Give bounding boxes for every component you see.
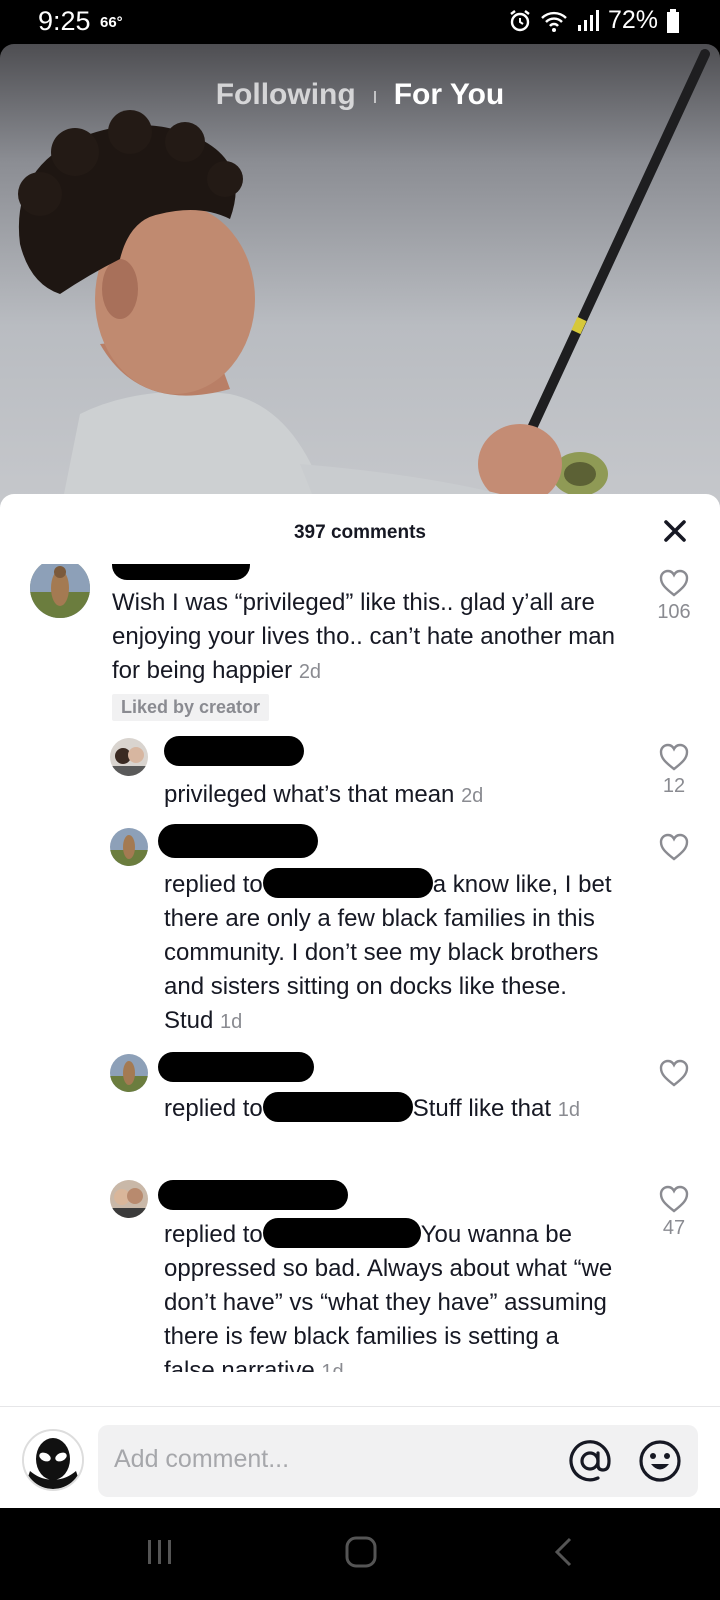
comment-body: Wish I was “privileged” like this.. glad…: [112, 586, 622, 689]
redacted-mention: [262, 1092, 413, 1122]
wifi-icon: [540, 9, 568, 33]
status-bar: 9:25 66° 72%: [0, 0, 720, 44]
video-frame-image: [18, 49, 710, 514]
user-avatar[interactable]: [22, 1429, 84, 1491]
reply-prefix: replied to: [164, 1095, 263, 1122]
redacted-username: [158, 824, 318, 858]
emoji-icon: [639, 1440, 681, 1482]
avatar[interactable]: [110, 828, 148, 866]
back-icon: [554, 1537, 572, 1567]
alarm-icon: [508, 9, 532, 33]
reply-item: replied to You wanna be oppressed so bad.…: [0, 1180, 720, 1372]
battery-icon: [666, 8, 680, 33]
back-button[interactable]: [550, 1536, 578, 1573]
comments-list[interactable]: Wish I was “privileged” like this.. glad…: [0, 564, 720, 1372]
comment-body: replied to You wanna be oppressed so bad.…: [164, 1218, 614, 1372]
status-temperature: 66°: [100, 14, 123, 31]
comments-header: 397 comments: [0, 494, 720, 564]
comments-sheet: 397 comments Wish I was “privileged” lik…: [0, 494, 720, 1508]
recents-icon: [148, 1540, 171, 1564]
comment-timestamp: 2d: [461, 785, 484, 807]
redacted-mention: [262, 868, 433, 898]
recents-button[interactable]: [144, 1536, 176, 1573]
comment-input-bar: Add comment...: [0, 1406, 720, 1508]
close-button[interactable]: [660, 516, 690, 546]
reply-item: privileged what’s that mean 2d 12: [0, 736, 720, 818]
like-button[interactable]: [644, 833, 704, 865]
avatar[interactable]: [110, 1180, 148, 1218]
home-button[interactable]: [344, 1536, 378, 1573]
comment-body: replied to Stuff like that 1d: [164, 1092, 614, 1127]
comment-count: 397 comments: [293, 522, 426, 543]
battery-percent: 72%: [607, 6, 658, 34]
comment-timestamp: 2d: [298, 661, 322, 683]
status-time: 9:25: [38, 6, 91, 36]
comment-text: privileged what’s that mean: [164, 781, 455, 808]
comment-body: replied to a know like, I bet there are o…: [164, 868, 614, 1039]
heart-outline-icon: [659, 833, 689, 861]
reply-prefix: replied to: [164, 1221, 263, 1248]
avatar[interactable]: [110, 1054, 148, 1092]
reply-item: replied to Stuff like that 1d: [0, 1052, 720, 1174]
avatar[interactable]: [30, 564, 90, 618]
comment-timestamp: 1d: [321, 1361, 344, 1372]
like-button[interactable]: 12: [644, 743, 704, 798]
at-sign-icon: [569, 1440, 611, 1482]
like-count: 47: [662, 1217, 686, 1239]
reply-prefix: replied to: [164, 871, 263, 898]
like-button[interactable]: 106: [644, 569, 704, 624]
reply-item: replied to a know like, I bet there are o…: [0, 824, 720, 1039]
redacted-username: [112, 564, 250, 580]
redacted-username: [158, 1052, 314, 1082]
like-count: 106: [657, 601, 691, 623]
heart-outline-icon: [659, 1059, 689, 1087]
liked-by-creator-badge: Liked by creator: [112, 694, 270, 721]
heart-outline-icon: [659, 1185, 689, 1213]
mention-button[interactable]: [568, 1439, 612, 1483]
system-nav-bar: [0, 1508, 720, 1600]
comment-input[interactable]: Add comment...: [98, 1425, 698, 1497]
like-button[interactable]: [644, 1059, 704, 1091]
comment-text: Wish I was “privileged” like this.. glad…: [112, 589, 615, 684]
close-icon: [664, 520, 686, 542]
comment-text: Stuff like that: [412, 1095, 552, 1122]
like-button[interactable]: 47: [644, 1185, 704, 1240]
comment-timestamp: 1d: [557, 1099, 580, 1121]
tab-divider: [373, 91, 376, 103]
tab-for-you[interactable]: For You: [394, 78, 505, 112]
comment-input-placeholder: Add comment...: [114, 1445, 290, 1473]
redacted-mention: [262, 1218, 421, 1248]
feed-tabs: Following For You: [0, 78, 720, 112]
signal-icon: [576, 9, 600, 33]
tab-following[interactable]: Following: [216, 78, 356, 112]
redacted-username: [164, 736, 304, 766]
like-count: 12: [662, 775, 686, 797]
alien-avatar-icon: [24, 1431, 82, 1489]
comment-item: Wish I was “privileged” like this.. glad…: [0, 564, 720, 734]
emoji-button[interactable]: [638, 1439, 682, 1483]
comment-timestamp: 1d: [220, 1011, 243, 1033]
video-player[interactable]: Following For You: [0, 44, 720, 514]
avatar[interactable]: [110, 738, 148, 776]
heart-outline-icon: [659, 743, 689, 771]
comment-body: privileged what’s that mean 2d: [164, 778, 614, 813]
home-icon: [345, 1536, 377, 1568]
heart-outline-icon: [659, 569, 689, 597]
status-icons: 72%: [508, 6, 680, 35]
redacted-username: [158, 1180, 348, 1210]
